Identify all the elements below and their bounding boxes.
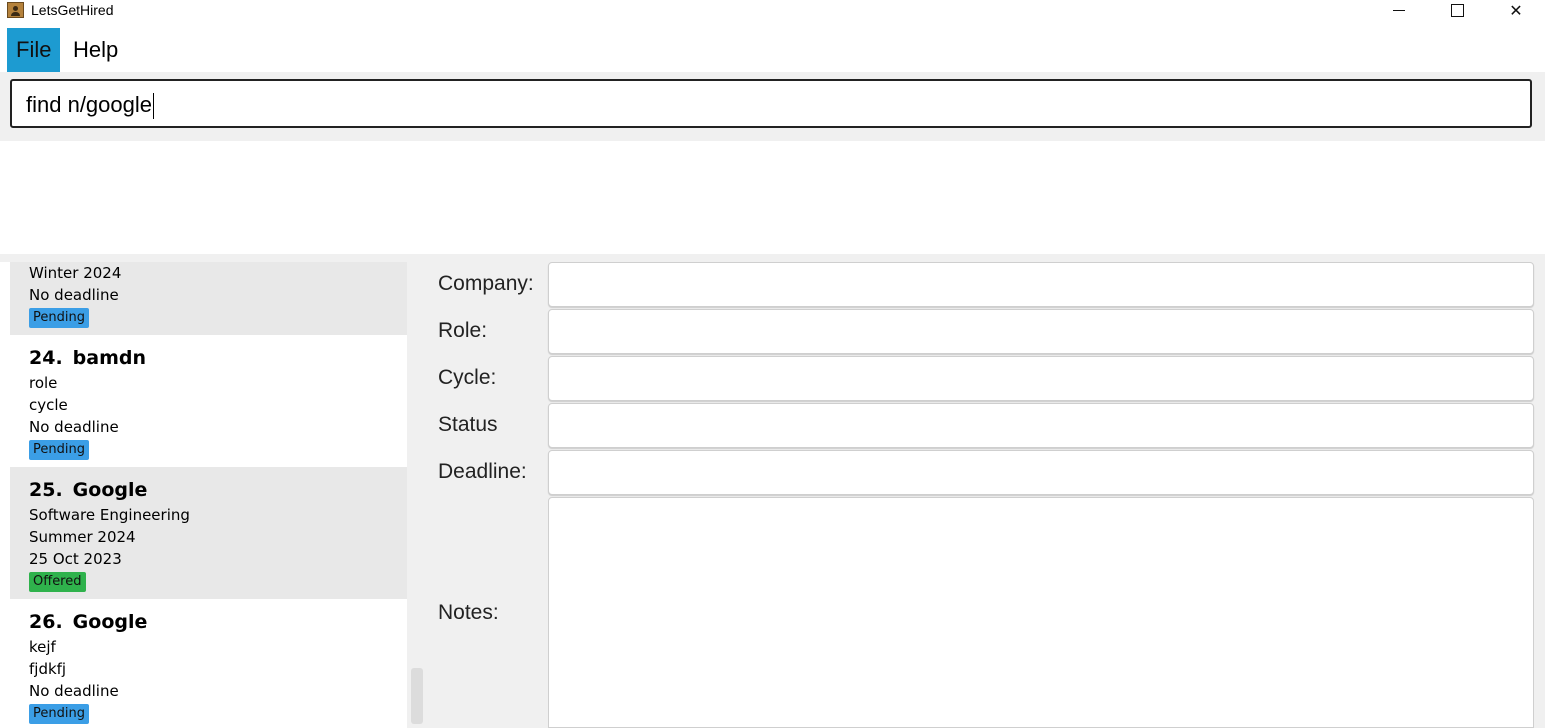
deadline-field[interactable] [548, 450, 1534, 495]
window-title: LetsGetHired [31, 2, 114, 18]
list-item[interactable]: 25. Google Software Engineering Summer 20… [10, 467, 407, 599]
card-title: 25. Google [29, 476, 407, 504]
company-label: Company: [438, 272, 534, 295]
application-list[interactable]: Winter 2024 No deadline Pending 24. bamdn… [10, 262, 407, 728]
command-input-value[interactable]: find n/google [26, 92, 152, 117]
cycle-field[interactable] [548, 356, 1534, 401]
card-index: 25. [29, 479, 63, 501]
card-deadline: 25 Oct 2023 [29, 550, 122, 568]
result-display [10, 142, 1534, 254]
card-role: role [29, 374, 58, 392]
card-title: 26. Google [29, 608, 407, 636]
title-bar: LetsGetHired ✕ [0, 0, 1545, 26]
card-cycle: Summer 2024 [29, 528, 136, 546]
menu-file[interactable]: File [7, 28, 61, 72]
card-cycle: Winter 2024 [29, 264, 122, 282]
status-badge: Pending [29, 440, 89, 460]
cycle-label: Cycle: [438, 366, 497, 389]
status-label: Status [438, 413, 498, 436]
role-field[interactable] [548, 309, 1534, 354]
card-title: 24. bamdn [29, 344, 407, 372]
card-company: bamdn [72, 347, 147, 369]
status-field[interactable] [548, 403, 1534, 448]
status-badge: Pending [29, 308, 89, 328]
notes-label: Notes: [438, 601, 499, 624]
list-item[interactable]: 24. bamdn role cycle No deadline Pending [10, 335, 407, 467]
list-item[interactable]: Winter 2024 No deadline Pending [10, 262, 407, 335]
card-cycle: fjdkfj [29, 660, 67, 678]
text-caret [153, 93, 154, 120]
card-role: kejf [29, 638, 56, 656]
card-deadline: No deadline [29, 286, 119, 304]
divider [0, 254, 1545, 262]
card-deadline: No deadline [29, 682, 119, 700]
card-role: Software Engineering [29, 506, 190, 524]
card-company: Google [72, 611, 148, 633]
list-scrollbar[interactable] [407, 262, 427, 728]
deadline-label: Deadline: [438, 460, 527, 483]
card-deadline: No deadline [29, 418, 119, 436]
notes-field[interactable] [548, 497, 1534, 728]
status-badge: Offered [29, 572, 86, 592]
card-company: Google [72, 479, 148, 501]
app-icon [7, 2, 24, 18]
company-field[interactable] [548, 262, 1534, 307]
card-index: 24. [29, 347, 63, 369]
card-cycle: cycle [29, 396, 68, 414]
menu-help[interactable]: Help [64, 28, 127, 72]
command-input[interactable]: find n/google [10, 79, 1532, 128]
maximize-icon[interactable] [1428, 0, 1486, 20]
minimize-icon[interactable] [1370, 0, 1428, 20]
role-label: Role: [438, 319, 488, 342]
list-scrollbar-thumb[interactable] [411, 668, 423, 724]
menu-bar: File Help [0, 27, 1545, 72]
status-badge: Pending [29, 704, 89, 724]
list-item[interactable]: 26. Google kejf fjdkfj No deadline Pendin… [10, 599, 407, 728]
card-index: 26. [29, 611, 63, 633]
close-icon[interactable]: ✕ [1487, 0, 1545, 20]
